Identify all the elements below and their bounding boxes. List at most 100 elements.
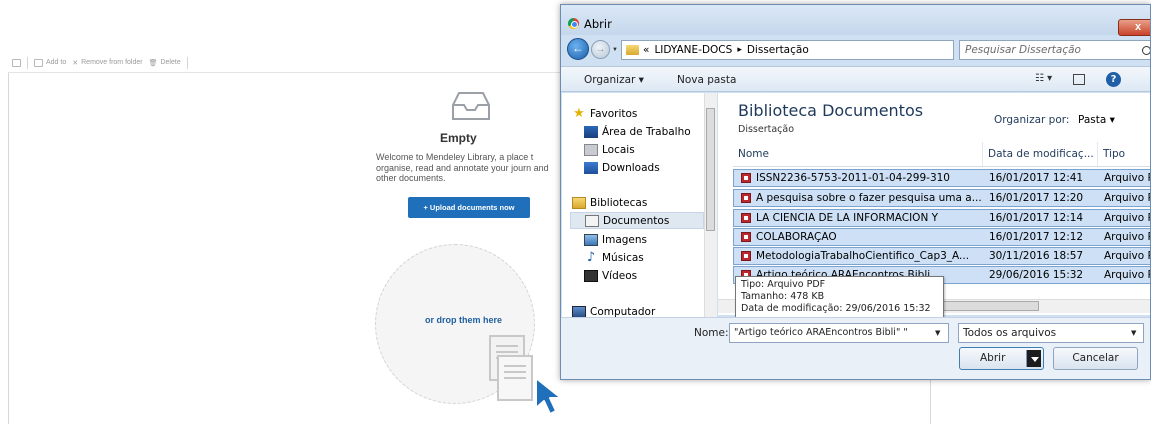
- file-date: 30/11/2016 18:57: [989, 250, 1084, 262]
- nav-item-label: Área de Trabalho: [602, 125, 691, 138]
- chrome-icon: [568, 18, 579, 29]
- computer-icon: [572, 305, 586, 318]
- search-icon[interactable]: [1142, 46, 1150, 55]
- breadcrumb-dissertacao[interactable]: Dissertação: [747, 44, 809, 56]
- nav-item-favoritos[interactable]: ★ Favoritos: [572, 105, 637, 122]
- file-type: Arquivo P: [1104, 269, 1151, 281]
- nav-item-musicas[interactable]: ♪ Músicas: [584, 249, 644, 266]
- remove-from-folder-button[interactable]: ✕ Remove from folder: [72, 59, 142, 67]
- file-date: 16/01/2017 12:12: [989, 231, 1084, 243]
- nav-item-videos[interactable]: Vídeos: [584, 267, 637, 284]
- pdf-icon: [741, 251, 751, 261]
- desktop-icon: [584, 125, 598, 138]
- delete-button[interactable]: 🗑 Delete: [149, 59, 181, 67]
- command-bar: Organizar ▾ Nova pasta ☷ ▾ ?: [561, 66, 1150, 92]
- dialog-titlebar[interactable]: Abrir x: [561, 5, 1150, 36]
- column-header-divider: [733, 166, 1150, 167]
- chevron-right-icon[interactable]: ▸: [737, 45, 742, 55]
- column-header-type[interactable]: Tipo: [1098, 142, 1150, 166]
- empty-title: Empty: [440, 131, 477, 145]
- dialog-footer: Nome: "Artigo teórico ARAEncontros Bibli…: [561, 317, 1150, 379]
- upload-documents-button[interactable]: + Upload documents now: [408, 197, 530, 218]
- delete-label: Delete: [160, 59, 181, 66]
- column-header-date[interactable]: Data de modificaç...: [983, 142, 1098, 166]
- nav-scrollbar-thumb[interactable]: [706, 108, 715, 231]
- file-date: 16/01/2017 12:20: [989, 192, 1084, 204]
- nav-item-locais[interactable]: Locais: [584, 141, 635, 158]
- open-button[interactable]: Abrir: [959, 347, 1044, 370]
- nav-item-label: Músicas: [602, 251, 644, 264]
- libraries-icon: [572, 196, 586, 209]
- nav-item-downloads[interactable]: Downloads: [584, 159, 660, 176]
- breadcrumb-lidyane-docs[interactable]: LIDYANE-DOCS: [654, 44, 732, 56]
- new-folder-button[interactable]: Nova pasta: [677, 74, 736, 86]
- star-icon: ★: [573, 105, 585, 121]
- arrange-by-label: Organizar por:: [994, 114, 1070, 126]
- nav-item-label: Documentos: [603, 214, 670, 227]
- open-file-dialog: Abrir x ← → ▼ « LIDYANE-DOCS ▸ Dissertaç…: [560, 4, 1151, 380]
- navigation-pane: ★ Favoritos Área de Trabalho Locais Down…: [562, 93, 717, 318]
- pictures-icon: [584, 233, 598, 246]
- chevron-down-icon[interactable]: ▼: [1131, 329, 1136, 337]
- library-title: Biblioteca Documentos: [738, 101, 924, 120]
- sidebar-divider: [8, 73, 9, 424]
- mouse-cursor-icon: [535, 377, 562, 415]
- file-row[interactable]: ISSN2236-5753-2011-01-04-299-310 16/01/2…: [733, 169, 1150, 187]
- videos-icon: [584, 269, 598, 282]
- help-icon[interactable]: ?: [1106, 72, 1121, 87]
- nav-item-documentos[interactable]: Documentos: [570, 212, 704, 229]
- recent-locations-dropdown[interactable]: ▼: [612, 47, 618, 53]
- nav-item-label: Vídeos: [602, 269, 638, 282]
- pdf-icon: [741, 232, 751, 242]
- file-type-select[interactable]: Todos os arquivos: [958, 323, 1144, 343]
- file-name: ISSN2236-5753-2011-01-04-299-310: [756, 172, 950, 184]
- nav-item-label: Computador: [590, 305, 656, 318]
- search-input[interactable]: Pesquisar Dissertação: [959, 40, 1150, 60]
- add-to-label: Add to: [46, 59, 67, 66]
- nav-item-bibliotecas[interactable]: Bibliotecas: [572, 194, 647, 211]
- add-to-button[interactable]: Add to: [34, 58, 67, 67]
- select-all-checkbox[interactable]: [12, 58, 21, 67]
- address-overflow[interactable]: «: [643, 44, 649, 56]
- nav-item-area-de-trabalho[interactable]: Área de Trabalho: [584, 123, 691, 140]
- toolbar-divider: [27, 56, 28, 69]
- preview-pane-icon[interactable]: [1073, 74, 1085, 85]
- file-name-dropdown-icon[interactable]: ▼: [935, 329, 940, 337]
- nav-item-label: Imagens: [602, 233, 648, 246]
- arrow-left-icon: ←: [572, 41, 584, 55]
- drop-zone-label: or drop them here: [425, 315, 503, 325]
- nav-item-label: Favoritos: [590, 107, 638, 120]
- tooltip-size: Tamanho: 478 KB: [741, 291, 825, 302]
- back-button[interactable]: ←: [567, 38, 589, 60]
- file-row[interactable]: MetodologiaTrabalhoCientifico_Cap3_A... …: [733, 247, 1150, 265]
- file-name: MetodologiaTrabalhoCientifico_Cap3_A...: [756, 250, 970, 262]
- file-info-tooltip: Tipo: Arquivo PDF Tamanho: 478 KB Data d…: [735, 276, 944, 321]
- toolbar-divider: [186, 56, 188, 69]
- file-name-input[interactable]: "Artigo teórico ARAEncontros Bibli" ": [729, 323, 949, 343]
- pdf-icon: [741, 213, 751, 223]
- address-bar[interactable]: « LIDYANE-DOCS ▸ Dissertação ▼ ⇆: [621, 40, 998, 60]
- places-icon: [584, 143, 598, 156]
- remove-from-folder-label: Remove from folder: [81, 59, 143, 66]
- file-type: Arquivo P: [1104, 192, 1151, 204]
- close-button[interactable]: x: [1118, 19, 1150, 36]
- view-options-icon[interactable]: ☷ ▾: [1035, 73, 1052, 84]
- open-options-dropdown[interactable]: [1026, 350, 1041, 367]
- cancel-button[interactable]: Cancelar: [1053, 347, 1138, 370]
- file-type: Arquivo P: [1104, 212, 1151, 224]
- file-row[interactable]: LA CIENCIA DE LA INFORMACIÓN Y 16/01/201…: [733, 209, 1151, 227]
- arrange-by-dropdown[interactable]: Pasta ▾: [1078, 114, 1115, 126]
- forward-button[interactable]: →: [591, 40, 610, 59]
- music-icon: ♪: [586, 249, 596, 265]
- tooltip-modified: Data de modificação: 29/06/2016 15:32: [741, 303, 931, 314]
- tooltip-type: Tipo: Arquivo PDF: [741, 279, 826, 290]
- organize-menu[interactable]: Organizar ▾: [584, 74, 644, 86]
- file-name: COLABORAÇÃO: [756, 231, 837, 243]
- file-row[interactable]: COLABORAÇÃO 16/01/2017 12:12 Arquivo P: [733, 228, 1150, 246]
- welcome-text: Welcome to Mendeley Library, a place t o…: [376, 152, 549, 183]
- file-row[interactable]: A pesquisa sobre o fazer pesquisa uma a.…: [733, 189, 1151, 207]
- nav-item-label: Bibliotecas: [590, 196, 648, 209]
- nav-item-imagens[interactable]: Imagens: [584, 231, 647, 248]
- file-date: 16/01/2017 12:14: [989, 212, 1084, 224]
- column-header-name[interactable]: Nome: [733, 142, 983, 166]
